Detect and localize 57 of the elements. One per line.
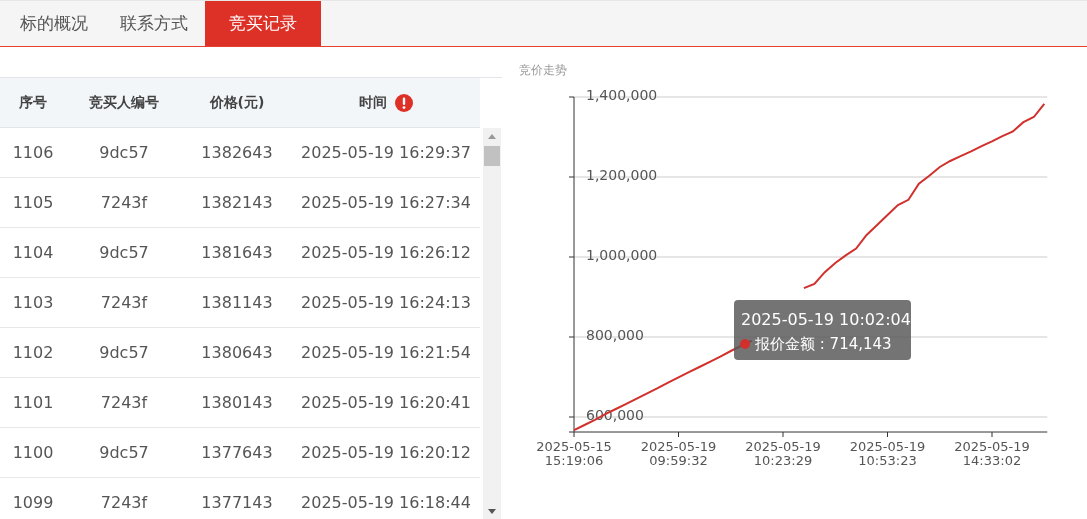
column-header: 价格(元) xyxy=(209,93,265,112)
exclamation-icon xyxy=(395,93,413,112)
y-tick-label: 1,400,000 xyxy=(586,87,658,103)
x-tick-label: 2025-05-19 09:59:32 xyxy=(640,439,717,468)
x-tick-label: 2025-05-19 14:33:02 xyxy=(954,439,1030,468)
table-cell: 1102 xyxy=(12,343,54,362)
table-cell: 2025-05-19 16:20:12 xyxy=(301,443,471,462)
legend-dot-icon xyxy=(740,339,750,349)
table-cell: 2025-05-19 16:18:44 xyxy=(301,493,471,512)
table-cell: 1100 xyxy=(12,443,54,462)
table-cell: 7243f xyxy=(100,393,148,412)
table-cell: 1382143 xyxy=(201,193,273,212)
tab[interactable]: 标的概况 xyxy=(4,1,104,46)
table-cell: 1106 xyxy=(12,143,54,162)
table-cell: 1380643 xyxy=(201,343,273,362)
tooltip-value: 报价金额 : 714,143 xyxy=(755,335,892,353)
table-cell: 2025-05-19 16:26:12 xyxy=(301,243,471,262)
chart-title: 竞价走势 xyxy=(519,63,567,77)
table-cell: 2025-05-19 16:24:13 xyxy=(301,293,471,312)
table-cell: 7243f xyxy=(100,293,148,312)
table-cell: 2025-05-19 16:27:34 xyxy=(301,193,471,212)
table-cell: 9dc57 xyxy=(99,243,149,262)
table-cell: 1377143 xyxy=(201,493,273,512)
table-cell: 9dc57 xyxy=(99,143,149,162)
table-cell: 1380143 xyxy=(201,393,273,412)
tooltip-time: 2025-05-19 10:02:04 xyxy=(741,310,911,329)
table-cell: 1381643 xyxy=(201,243,273,262)
column-header: 竞买人编号 xyxy=(89,93,159,112)
table-cell: 2025-05-19 16:21:54 xyxy=(301,343,471,362)
table-cell: 1381143 xyxy=(201,293,273,312)
column-header: 序号 xyxy=(19,93,47,112)
x-tick-label: 2025-05-15 15:19:06 xyxy=(536,439,612,468)
table-cell: 7243f xyxy=(100,493,148,512)
column-header: 时间 xyxy=(359,93,387,112)
table-cell: 1104 xyxy=(12,243,54,262)
y-tick-label: 1,200,000 xyxy=(586,167,658,183)
scroll-up-icon[interactable] xyxy=(487,133,497,139)
table-cell: 1103 xyxy=(12,293,54,312)
scroll-down-icon[interactable] xyxy=(487,509,497,515)
table-cell: 7243f xyxy=(100,193,148,212)
scrollbar-thumb[interactable] xyxy=(484,146,500,166)
x-tick-label: 2025-05-19 10:23:29 xyxy=(745,439,821,468)
table-cell: 9dc57 xyxy=(99,443,149,462)
tab[interactable]: 竞买记录 xyxy=(205,1,321,46)
table-cell: 1105 xyxy=(12,193,54,212)
y-tick-label: 1,000,000 xyxy=(586,247,658,263)
table-cell: 2025-05-19 16:29:37 xyxy=(301,143,471,162)
x-tick-label: 2025-05-19 10:53:23 xyxy=(849,439,926,468)
tab[interactable]: 联系方式 xyxy=(104,1,204,46)
table-cell: 1377643 xyxy=(201,443,273,462)
table-cell: 2025-05-19 16:20:41 xyxy=(301,393,471,412)
table-cell: 1099 xyxy=(12,493,54,512)
table-cell: 1101 xyxy=(12,393,54,412)
scrollbar[interactable] xyxy=(483,128,501,519)
table-cell: 1382643 xyxy=(201,143,273,162)
table-cell: 9dc57 xyxy=(99,343,149,362)
y-tick-label: 800,000 xyxy=(586,327,644,343)
